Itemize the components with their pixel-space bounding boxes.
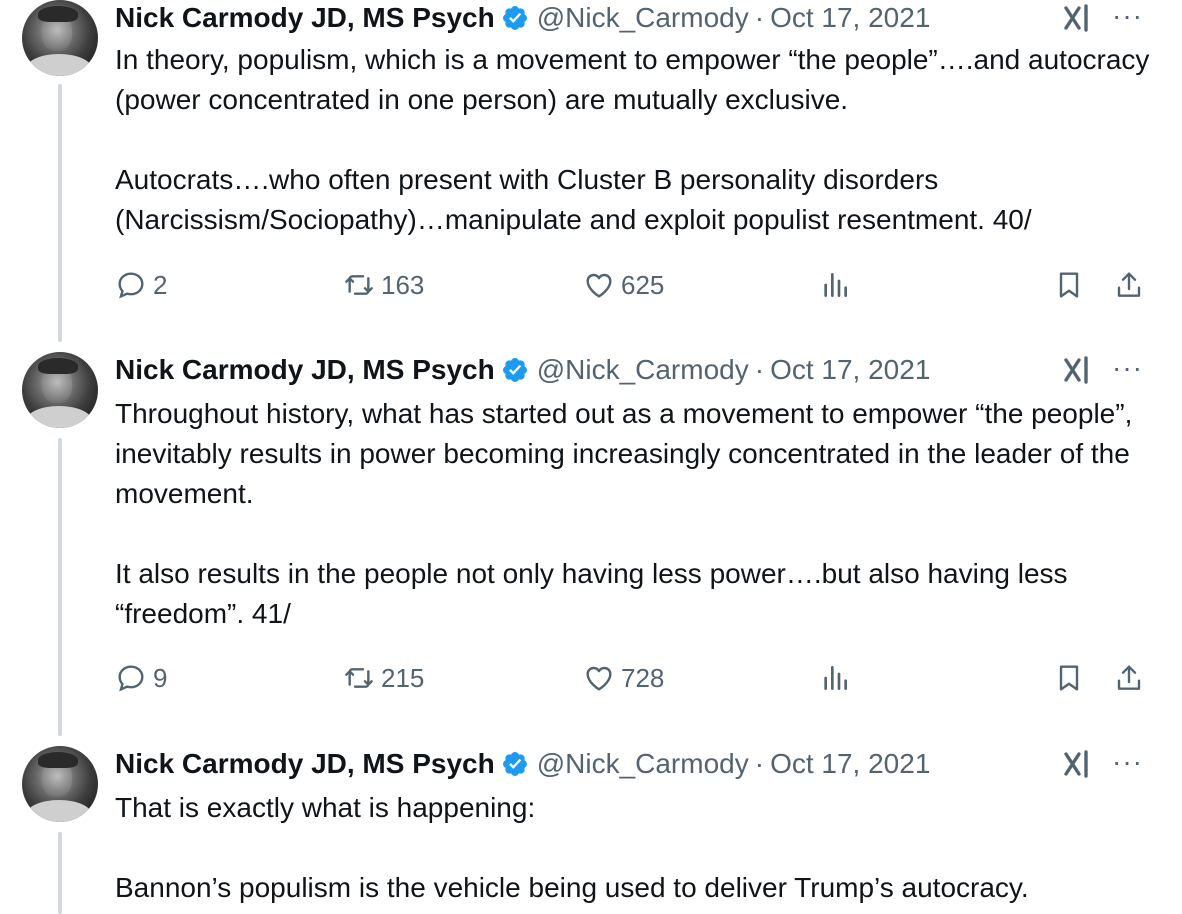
action-bar: 9 215 728	[115, 662, 1155, 696]
tweet-paragraph: Bannon’s populism is the vehicle being u…	[115, 872, 1029, 903]
separator: ·	[754, 354, 765, 385]
repost-icon	[345, 275, 373, 295]
tweet-date[interactable]: Oct 17, 2021	[770, 748, 930, 780]
bookmark-icon	[1059, 665, 1079, 691]
separator: ·	[754, 2, 765, 33]
author-name[interactable]: Nick Carmody JD, MS Psych	[115, 354, 495, 386]
like-icon	[586, 666, 612, 691]
tweet-paragraph: Throughout history, what has started out…	[115, 398, 1133, 509]
repost-button[interactable]: 163	[343, 269, 424, 301]
views-button[interactable]	[819, 269, 851, 301]
tweet-paragraph: It also results in the people not only h…	[115, 558, 1068, 629]
like-count: 728	[621, 662, 665, 693]
tweet-paragraph: Autocrats….who often present with Cluste…	[115, 164, 1032, 235]
tweet-paragraph: That is exactly what is happening:	[115, 792, 536, 823]
verified-badge-icon	[502, 6, 527, 30]
views-icon	[824, 666, 847, 690]
tweet[interactable]: Nick Carmody JD, MS Psych @Nick_Carmody …	[0, 352, 1182, 712]
tweet-date[interactable]: Oct 17, 2021	[770, 2, 930, 34]
repost-count: 215	[381, 662, 425, 693]
author-handle[interactable]: @Nick_Carmody	[537, 2, 749, 34]
bookmark-button[interactable]	[1053, 662, 1085, 694]
tweet-text: Throughout history, what has started out…	[115, 394, 1165, 634]
grok-icon[interactable]	[1062, 354, 1094, 386]
tweet-paragraph: In theory, populism, which is a movement…	[115, 44, 1150, 115]
repost-icon	[345, 668, 373, 688]
reply-button[interactable]: 9	[115, 662, 167, 694]
avatar[interactable]	[22, 746, 98, 822]
separator: ·	[754, 748, 765, 779]
tweet-date[interactable]: Oct 17, 2021	[770, 354, 930, 386]
repost-count: 163	[381, 269, 425, 300]
views-button[interactable]	[819, 662, 851, 694]
like-count: 625	[621, 269, 665, 300]
reply-count: 2	[153, 269, 168, 300]
more-options-button[interactable]: ···	[1112, 0, 1143, 32]
share-button[interactable]	[1113, 662, 1145, 694]
bookmark-button[interactable]	[1053, 269, 1085, 301]
like-button[interactable]: 625	[583, 269, 664, 301]
grok-icon[interactable]	[1062, 748, 1094, 780]
tweet-header: Nick Carmody JD, MS Psych @Nick_Carmody …	[115, 746, 930, 782]
author-name[interactable]: Nick Carmody JD, MS Psych	[115, 2, 495, 34]
author-handle[interactable]: @Nick_Carmody	[537, 354, 749, 386]
verified-badge-icon	[502, 358, 527, 382]
reply-icon	[118, 272, 144, 299]
tweet-text: In theory, populism, which is a movement…	[115, 40, 1165, 240]
share-icon	[1117, 665, 1141, 690]
like-icon	[586, 273, 612, 298]
verified-badge-icon	[502, 752, 527, 776]
avatar[interactable]	[22, 0, 98, 76]
bookmark-icon	[1059, 272, 1079, 298]
tweet[interactable]: Nick Carmody JD, MS Psych @Nick_Carmody …	[0, 0, 1182, 320]
tweet-text: That is exactly what is happening: Banno…	[115, 788, 1165, 908]
tweet[interactable]: Nick Carmody JD, MS Psych @Nick_Carmody …	[0, 746, 1182, 914]
more-options-button[interactable]: ···	[1112, 352, 1143, 384]
views-icon	[824, 273, 847, 297]
author-handle[interactable]: @Nick_Carmody	[537, 748, 749, 780]
author-name[interactable]: Nick Carmody JD, MS Psych	[115, 748, 495, 780]
share-icon	[1117, 272, 1141, 297]
more-options-button[interactable]: ···	[1112, 746, 1143, 778]
grok-icon[interactable]	[1062, 2, 1094, 34]
action-bar: 2 163 625	[115, 269, 1155, 303]
tweet-header: Nick Carmody JD, MS Psych @Nick_Carmody …	[115, 0, 930, 36]
repost-button[interactable]: 215	[343, 662, 424, 694]
share-button[interactable]	[1113, 269, 1145, 301]
reply-count: 9	[153, 662, 168, 693]
avatar[interactable]	[22, 352, 98, 428]
reply-button[interactable]: 2	[115, 269, 167, 301]
like-button[interactable]: 728	[583, 662, 664, 694]
tweet-header: Nick Carmody JD, MS Psych @Nick_Carmody …	[115, 352, 930, 388]
reply-icon	[118, 665, 144, 692]
